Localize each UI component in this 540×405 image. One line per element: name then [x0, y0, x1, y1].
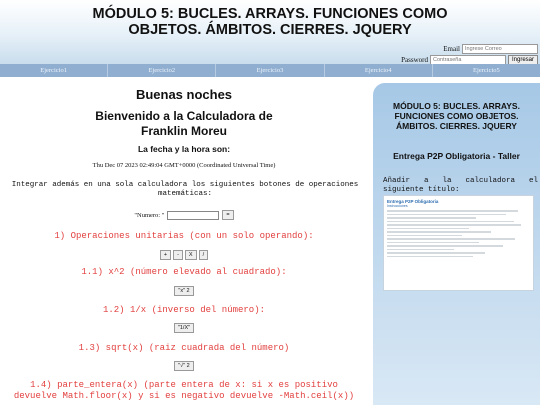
email-label: Email — [443, 45, 460, 53]
add-button[interactable]: + — [159, 250, 172, 260]
section-inverse: 1.2) 1/x (inverso del número): — [102, 305, 266, 315]
section-unary: 1) Operaciones unitarias (con un solo op… — [54, 231, 314, 241]
thumbnail-subtitle: Instrucciones — [387, 204, 408, 208]
sidebar-title: MÓDULO 5: BUCLES. ARRAYS. FUNCIONES COMO… — [393, 101, 520, 131]
sidebar: MÓDULO 5: BUCLES. ARRAYS. FUNCIONES COMO… — [373, 83, 540, 405]
square-button[interactable]: "x" 2 — [174, 286, 194, 296]
section-integer-part: 1.4) parte_entera(x) (parte entera de x:… — [13, 380, 355, 401]
welcome-heading: Bienvenido a la Calculadora de Franklin … — [95, 109, 273, 138]
instructions-thumbnail: Entrega P2P Obligatoria Instrucciones — [383, 195, 534, 291]
number-label: "Numero: " — [134, 211, 165, 219]
site-title: MÓDULO 5: BUCLES. ARRAYS. FUNCIONES COMO… — [92, 6, 448, 38]
multiply-button[interactable]: X — [184, 250, 197, 260]
number-input[interactable] — [167, 210, 220, 220]
tab-ejercicio3[interactable]: Ejercicio3 — [216, 64, 325, 77]
header: MÓDULO 5: BUCLES. ARRAYS. FUNCIONES COMO… — [0, 0, 540, 66]
section-square: 1.1) x^2 (número elevado al cuadrado): — [81, 267, 287, 277]
tab-ejercicio1[interactable]: Ejercicio1 — [0, 64, 109, 77]
op-buttons: + - X / — [0, 250, 368, 260]
divide-button[interactable]: / — [198, 250, 209, 260]
date-value: Thu Dec 07 2023 02:49:04 GMT+0000 (Coord… — [92, 162, 276, 169]
number-row: "Numero: " = — [0, 210, 368, 220]
password-label: Password — [401, 56, 428, 64]
inverse-button[interactable]: "1/X" — [173, 323, 195, 333]
date-heading: La fecha y la hora son: — [137, 144, 231, 154]
equals-button[interactable]: = — [222, 210, 234, 220]
nav-bar: Ejercicio1 Ejercicio2 Ejercicio3 Ejercic… — [0, 64, 540, 77]
sqrt-button[interactable]: "√" 2 — [174, 361, 194, 371]
greeting: Buenas noches — [135, 87, 233, 102]
sidebar-add-text: Añadir a la calculadora el siguiente tít… — [383, 177, 538, 194]
sidebar-subtitle: Entrega P2P Obligatoria - Taller — [393, 151, 520, 161]
tab-ejercicio2[interactable]: Ejercicio2 — [108, 64, 217, 77]
login-form: Email Password Ingresar — [401, 44, 538, 66]
subtract-button[interactable]: - — [173, 250, 183, 260]
intro-text: Integrar además en una sola calculadora … — [11, 181, 359, 198]
main-content: Buenas noches Bienvenido a la Calculador… — [0, 78, 368, 405]
section-sqrt: 1.3) sqrt(x) (raiz cuadrada del número) — [78, 343, 290, 353]
tab-ejercicio4[interactable]: Ejercicio4 — [325, 64, 433, 77]
tab-ejercicio5[interactable]: Ejercicio5 — [433, 64, 540, 77]
email-field[interactable] — [462, 44, 538, 54]
